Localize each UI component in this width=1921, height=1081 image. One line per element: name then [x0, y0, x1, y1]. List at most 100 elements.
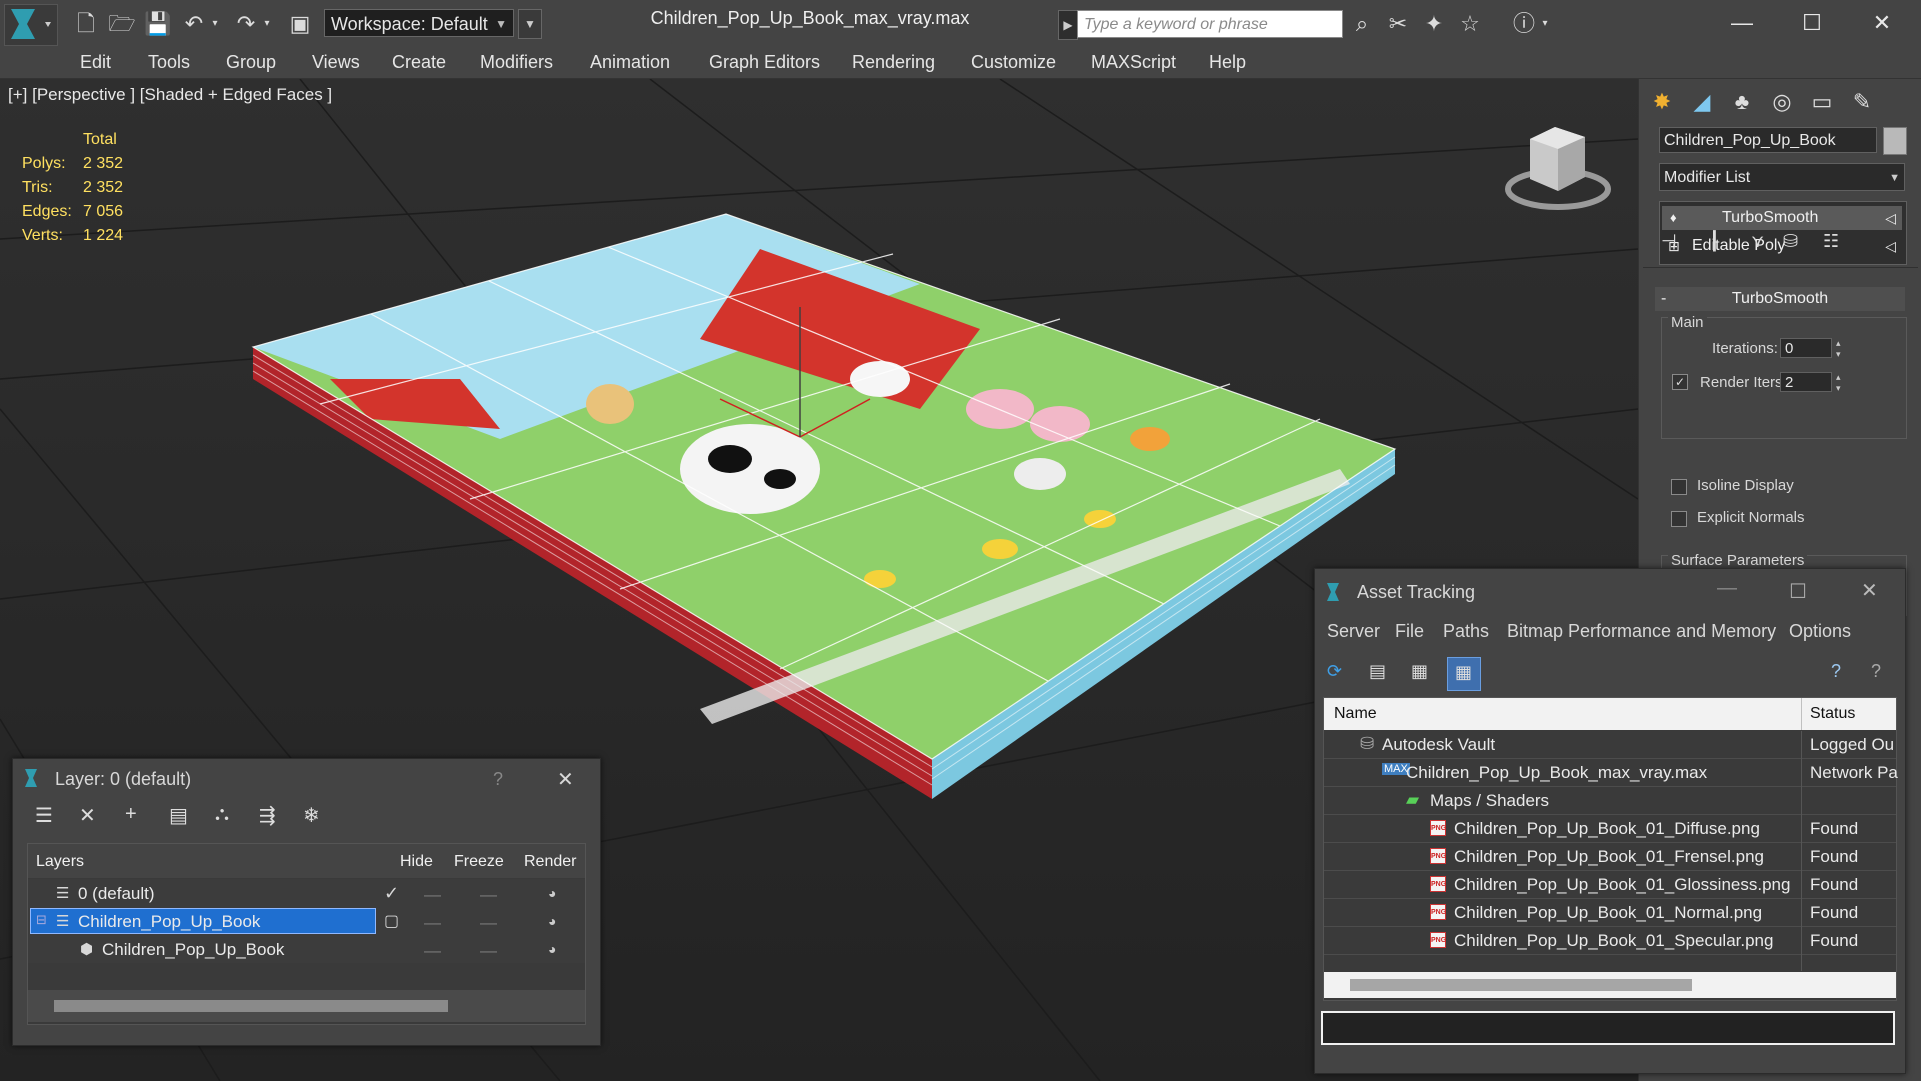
menu-bitmap-performance[interactable]: Bitmap Performance and Memory [1507, 621, 1776, 642]
motion-tab-icon[interactable]: ◎ [1765, 85, 1799, 119]
show-end-result-icon[interactable]: ┃ [1709, 231, 1720, 252]
spinner-arrows-icon[interactable]: ▴ ▾ [1836, 338, 1841, 360]
save-icon[interactable]: 💾 [144, 10, 172, 38]
menu-create[interactable]: Create [392, 52, 446, 73]
close-button[interactable]: ✕ [1854, 6, 1910, 40]
horizontal-scrollbar[interactable] [28, 990, 585, 1022]
render-toggle-icon[interactable]: ◕ [548, 885, 556, 901]
create-tab-icon[interactable]: ✸ [1645, 85, 1679, 119]
minimize-button[interactable]: — [1717, 577, 1737, 600]
help-dropdown-icon[interactable]: ▾ [1538, 10, 1552, 38]
table-row[interactable]: PNG Children_Pop_Up_Book_01_Glossiness.p… [1324, 871, 1896, 899]
redo-icon[interactable]: ↷ [232, 10, 260, 38]
tools-icon[interactable]: ✂ [1384, 10, 1412, 38]
spinner-arrows-icon[interactable]: ▴ ▾ [1836, 372, 1841, 394]
object-color-swatch[interactable] [1883, 127, 1907, 155]
table-row[interactable]: MAX Children_Pop_Up_Book_max_vray.max Ne… [1324, 759, 1898, 787]
column-name[interactable]: Name [1334, 705, 1377, 723]
modify-tab-icon[interactable]: ◢ [1685, 85, 1719, 119]
menu-edit[interactable]: Edit [80, 52, 111, 73]
make-unique-icon[interactable]: ⋎ [1751, 231, 1764, 252]
workspace-menu-button[interactable]: ▼ [518, 9, 542, 39]
explicit-normals-checkbox[interactable] [1671, 511, 1687, 527]
current-layer-toggle-icon[interactable]: ▢ [384, 911, 399, 931]
render-iters-spinner[interactable]: 2 [1780, 372, 1832, 392]
menu-graph-editors[interactable]: Graph Editors [709, 52, 820, 73]
menu-paths[interactable]: Paths [1443, 621, 1489, 642]
project-folder-icon[interactable]: ▣ [286, 10, 314, 38]
redo-dropdown-icon[interactable]: ▾ [260, 10, 274, 38]
table-row[interactable]: PNG Children_Pop_Up_Book_01_Diffuse.png … [1324, 815, 1896, 843]
menu-rendering[interactable]: Rendering [852, 52, 935, 73]
menu-customize[interactable]: Customize [971, 52, 1056, 73]
collapse-minus-icon[interactable]: ⊟ [36, 912, 47, 928]
list-view-icon[interactable]: ▤ [1369, 661, 1386, 682]
check-icon[interactable]: ✓ [384, 883, 399, 904]
menu-file[interactable]: File [1395, 621, 1424, 642]
add-layer-icon[interactable]: + [125, 803, 137, 826]
menu-group[interactable]: Group [226, 52, 276, 73]
select-in-layer-icon[interactable]: ▤ [169, 803, 188, 828]
open-folder-icon[interactable]: 🗁 [108, 10, 136, 38]
freeze-toggle-icon[interactable]: — [480, 941, 497, 961]
new-file-icon[interactable]: 🗋 [72, 10, 100, 38]
app-logo[interactable] [4, 4, 58, 46]
show-end-result-icon[interactable]: ◁ [1885, 206, 1896, 230]
configure-sets-icon[interactable]: ☷ [1823, 231, 1839, 252]
table-row[interactable]: ⛁ Autodesk Vault Logged Ou [1324, 731, 1896, 759]
menu-options[interactable]: Options [1789, 621, 1851, 642]
table-row[interactable]: PNG Children_Pop_Up_Book_01_Normal.png F… [1324, 899, 1896, 927]
iterations-spinner[interactable]: 0 [1780, 338, 1832, 358]
menu-help[interactable]: Help [1209, 52, 1246, 73]
scrollbar-thumb[interactable] [1350, 979, 1692, 991]
undo-dropdown-icon[interactable]: ▾ [208, 10, 222, 38]
column-hide[interactable]: Hide [400, 853, 433, 871]
menu-server[interactable]: Server [1327, 621, 1380, 642]
table-row[interactable]: ▰ Maps / Shaders [1324, 787, 1896, 815]
freeze-toggle-icon[interactable]: — [480, 885, 497, 905]
hide-toggle-icon[interactable]: — [424, 941, 441, 961]
column-render[interactable]: Render [524, 853, 576, 871]
menu-views[interactable]: Views [312, 52, 360, 73]
isoline-display-checkbox[interactable] [1671, 479, 1687, 495]
column-status[interactable]: Status [1810, 705, 1855, 723]
lightbulb-icon[interactable]: ♦ [1670, 206, 1677, 230]
minimize-button[interactable]: — [1714, 6, 1770, 40]
column-freeze[interactable]: Freeze [454, 853, 504, 871]
table-row[interactable]: ☰ 0 (default) ✓ — — ◕ [28, 879, 585, 907]
display-tab-icon[interactable]: ▭ [1805, 85, 1839, 119]
workspace-dropdown[interactable]: Workspace: Default ▼ [324, 9, 514, 37]
layer-list-icon[interactable]: ☰ [35, 803, 53, 828]
modifier-list-dropdown[interactable]: Modifier List ▼ [1659, 163, 1905, 191]
hide-toggle-icon[interactable]: — [424, 913, 441, 933]
remove-modifier-icon[interactable]: ⛁ [1783, 231, 1798, 252]
viewport-label[interactable]: [+] [Perspective ] [Shaded + Edged Faces… [8, 85, 332, 105]
render-iters-checkbox[interactable]: ✓ [1672, 374, 1688, 390]
help-icon[interactable]: ⓘ [1510, 10, 1538, 38]
pin-stack-icon[interactable]: ⊣ [1661, 231, 1677, 252]
column-layers[interactable]: Layers [36, 853, 84, 871]
hierarchy-tab-icon[interactable]: ♣ [1725, 85, 1759, 119]
signin-icon[interactable]: ✦ [1420, 10, 1448, 38]
render-toggle-icon[interactable]: ◕ [548, 913, 556, 929]
table-view-button[interactable]: ▦ [1447, 657, 1481, 691]
help-question-icon[interactable]: ? [493, 769, 503, 790]
table-row[interactable]: PNG Children_Pop_Up_Book_01_Specular.png… [1324, 927, 1896, 955]
close-icon[interactable]: ✕ [557, 767, 574, 792]
freeze-toggle-icon[interactable]: — [480, 913, 497, 933]
menu-maxscript[interactable]: MAXScript [1091, 52, 1176, 73]
object-name-field[interactable]: Children_Pop_Up_Book [1659, 127, 1877, 153]
undo-icon[interactable]: ↶ [180, 10, 208, 38]
menu-modifiers[interactable]: Modifiers [480, 52, 553, 73]
asset-path-field[interactable] [1321, 1011, 1895, 1045]
refresh-icon[interactable]: ⟳ [1327, 661, 1342, 682]
search-expand-button[interactable]: ▶ [1058, 10, 1078, 40]
menu-animation[interactable]: Animation [590, 52, 670, 73]
tree-view-icon[interactable]: ▦ [1411, 661, 1428, 682]
delete-layer-icon[interactable]: ✕ [79, 803, 96, 828]
freeze-all-icon[interactable]: ❄ [303, 803, 320, 828]
highlight-selected-icon[interactable]: ⛬ [215, 803, 229, 826]
context-help-icon[interactable]: ? [1871, 661, 1881, 682]
utilities-tab-icon[interactable]: ✎ [1845, 85, 1879, 119]
table-row[interactable]: ⊟ ☰ Children_Pop_Up_Book ▢ — — ◕ [28, 907, 585, 935]
